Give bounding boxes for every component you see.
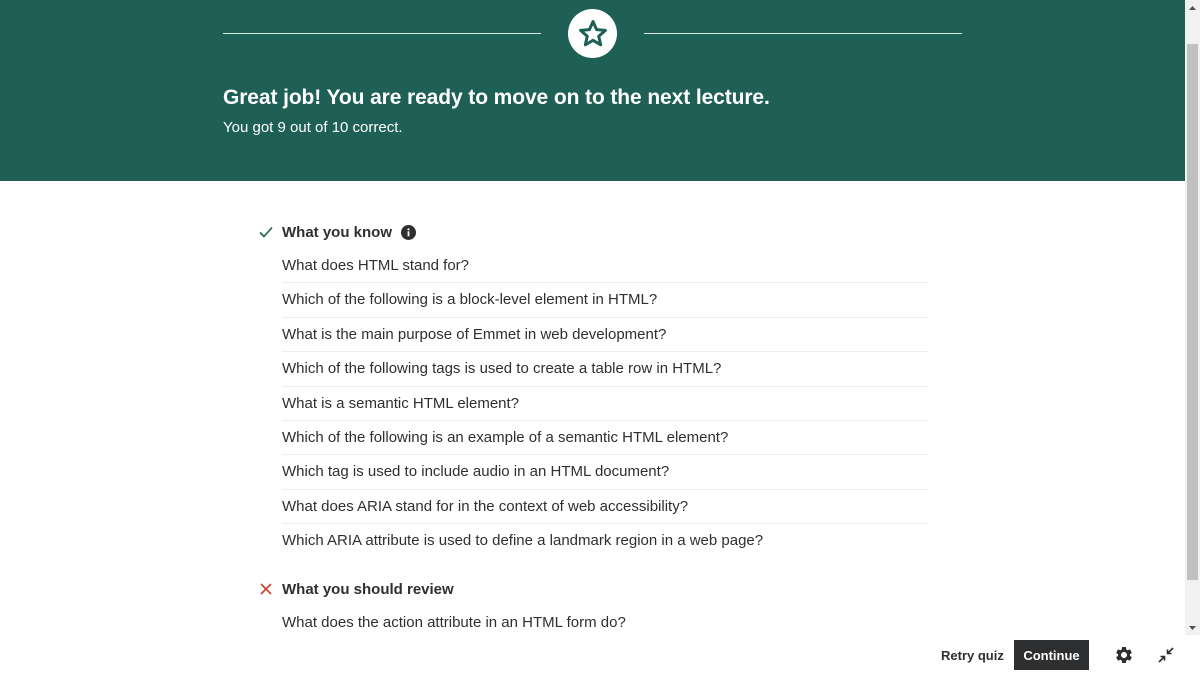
question-item: What is a semantic HTML element? [282,387,928,421]
quiz-result-page: Great job! You are ready to move on to t… [0,0,1185,675]
scroll-up-arrow-icon[interactable] [1185,0,1200,15]
banner-divider-right [644,33,962,34]
know-section-header: What you know [258,221,416,243]
review-section-title: What you should review [282,580,454,598]
banner-divider-left [223,33,541,34]
scroll-down-arrow-icon[interactable] [1185,620,1200,635]
result-score: You got 9 out of 10 correct. [223,119,403,136]
gear-icon[interactable] [1112,643,1136,667]
scroll-thumb[interactable] [1187,44,1198,580]
continue-button[interactable]: Continue [1014,640,1089,670]
star-badge [568,9,617,58]
question-item: Which ARIA attribute is used to define a… [282,532,764,550]
know-question-list: What does HTML stand for? Which of the f… [282,249,928,559]
result-banner: Great job! You are ready to move on to t… [0,0,1185,181]
question-item: Which of the following is an example of … [282,421,928,456]
result-title: Great job! You are ready to move on to t… [223,86,770,109]
review-section-header: What you should review [258,578,454,600]
quiz-footer: Retry quiz Continue [0,635,1200,675]
star-icon [578,19,607,46]
question-item: Which of the following is a block-level … [282,283,928,318]
retry-quiz-button[interactable]: Retry quiz [933,640,1012,670]
collapse-icon[interactable] [1154,643,1178,667]
question-item: What is the main purpose of Emmet in web… [282,318,928,353]
question-item: What does ARIA stand for in the context … [282,490,928,525]
question-item: Which tag is used to include audio in an… [282,455,928,490]
page-scrollbar[interactable] [1185,0,1200,635]
question-item: What does HTML stand for? [282,249,928,284]
x-icon [258,581,274,597]
check-icon [258,224,274,240]
question-item: Which of the following tags is used to c… [282,352,928,387]
info-icon[interactable] [401,224,416,240]
know-section-title: What you know [282,223,392,241]
